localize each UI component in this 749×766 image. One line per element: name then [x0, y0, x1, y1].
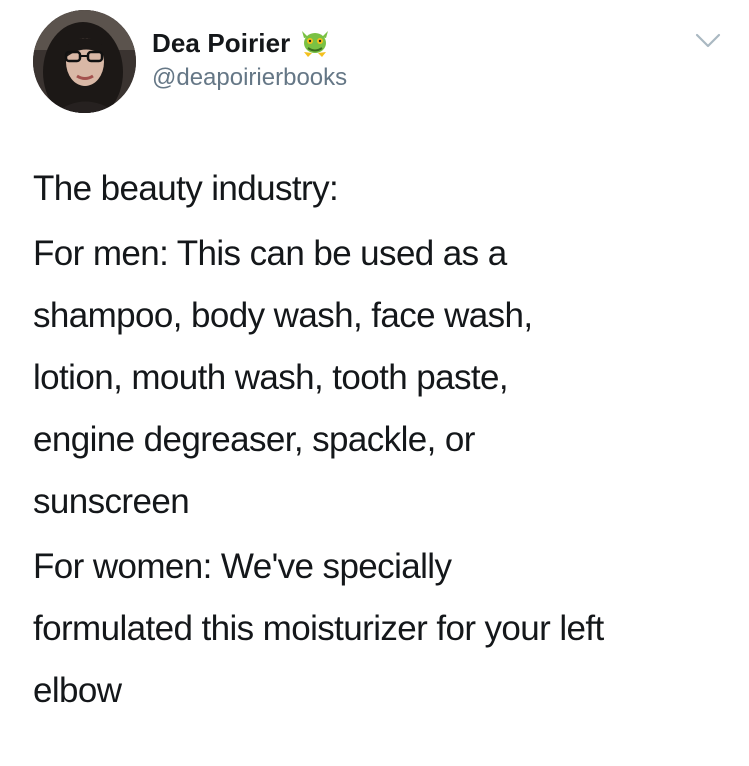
author-display-name[interactable]: Dea Poirier — [152, 28, 290, 59]
tweet-paragraph-women: For women: We've specially formulated th… — [33, 547, 604, 710]
author-avatar[interactable] — [33, 10, 136, 113]
author-names: Dea Poirier @deapoirierbooks — [152, 28, 347, 92]
tweet-paragraph-men: For men: This can be used as a shampoo, … — [33, 234, 533, 521]
chevron-down-icon[interactable] — [695, 32, 721, 50]
avatar-photo-icon — [33, 10, 136, 113]
display-name-row: Dea Poirier — [152, 28, 347, 58]
tweet-header: Dea Poirier @deapoirierbooks — [33, 10, 733, 120]
author-handle[interactable]: @deapoirierbooks — [152, 64, 347, 92]
tweet-text: The beauty industry: For men: This can b… — [33, 158, 733, 722]
tweet-paragraph-intro: The beauty industry: — [33, 169, 339, 208]
tweet-card: Dea Poirier @deapoirierbooks The beauty … — [0, 0, 749, 766]
dragon-emoji-icon — [298, 26, 332, 60]
